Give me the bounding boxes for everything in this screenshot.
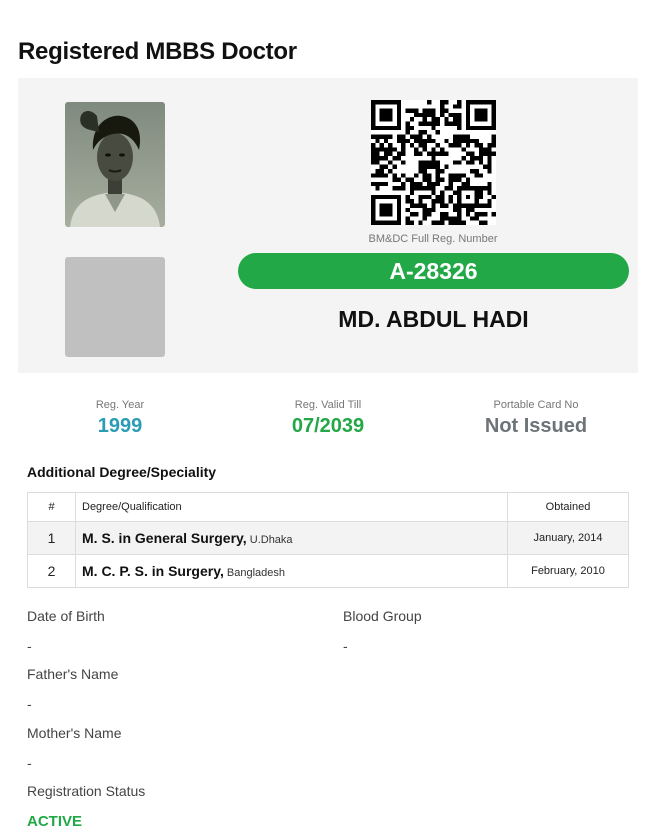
registration-number-badge: A-28326 <box>238 253 629 289</box>
stat-label: Reg. Year <box>95 399 145 411</box>
stat-label: Reg. Valid Till <box>294 399 362 411</box>
registration-status-label: Registration Status <box>27 783 146 799</box>
stat-value: 1999 <box>97 415 143 437</box>
mother-name-label: Mother's Name <box>27 725 122 741</box>
degree-name: M. C. P. S. in Surgery, <box>82 563 224 579</box>
blood-group-value: - <box>343 638 348 654</box>
qr-caption: BM&DC Full Reg. Number <box>368 233 498 245</box>
dob-value: - <box>27 638 32 654</box>
table-row: 1 M. S. in General Surgery, U.Dhaka Janu… <box>27 521 629 555</box>
doctor-photo <box>65 102 165 227</box>
row-number: 2 <box>27 554 76 588</box>
degree-institute: U.Dhaka <box>249 534 293 546</box>
table-header-row: # Degree/Qualification Obtained <box>27 492 629 522</box>
stat-value: Not Issued <box>484 415 588 437</box>
table-row: 2 M. C. P. S. in Surgery, Bangladesh Feb… <box>27 554 629 588</box>
degree-institute: Bangladesh <box>226 567 286 579</box>
row-number: 1 <box>27 521 76 555</box>
obtained-date: February, 2010 <box>507 554 629 588</box>
degree-cell: M. S. in General Surgery, U.Dhaka <box>75 521 508 555</box>
col-header-degree: Degree/Qualification <box>75 492 508 522</box>
doctor-card: BM&DC Full Reg. Number A-28326 MD. ABDUL… <box>18 78 638 373</box>
father-name-value: - <box>27 696 32 712</box>
doctor-name: MD. ABDUL HADI <box>338 306 529 332</box>
degrees-section-title: Additional Degree/Speciality <box>27 464 217 480</box>
registration-status-value: ACTIVE <box>27 813 83 830</box>
stat-valid-till: Reg. Valid Till 07/2039 <box>228 399 428 438</box>
page-title: Registered MBBS Doctor <box>18 38 297 65</box>
dob-label: Date of Birth <box>27 608 105 624</box>
degree-cell: M. C. P. S. in Surgery, Bangladesh <box>75 554 508 588</box>
obtained-date: January, 2014 <box>507 521 629 555</box>
col-header-number: # <box>27 492 76 522</box>
mother-name-value: - <box>27 755 32 771</box>
stat-label: Portable Card No <box>493 399 579 411</box>
father-name-label: Father's Name <box>27 666 119 682</box>
stat-value: 07/2039 <box>291 415 365 437</box>
blood-group-label: Blood Group <box>343 608 422 624</box>
col-header-obtained: Obtained <box>507 492 629 522</box>
degree-name: M. S. in General Surgery, <box>82 530 247 546</box>
degrees-table: # Degree/Qualification Obtained 1 M. S. … <box>27 492 629 588</box>
qr-code <box>371 100 496 225</box>
stat-portable-card: Portable Card No Not Issued <box>436 399 636 438</box>
signature-placeholder <box>65 257 165 357</box>
stat-reg-year: Reg. Year 1999 <box>20 399 220 438</box>
